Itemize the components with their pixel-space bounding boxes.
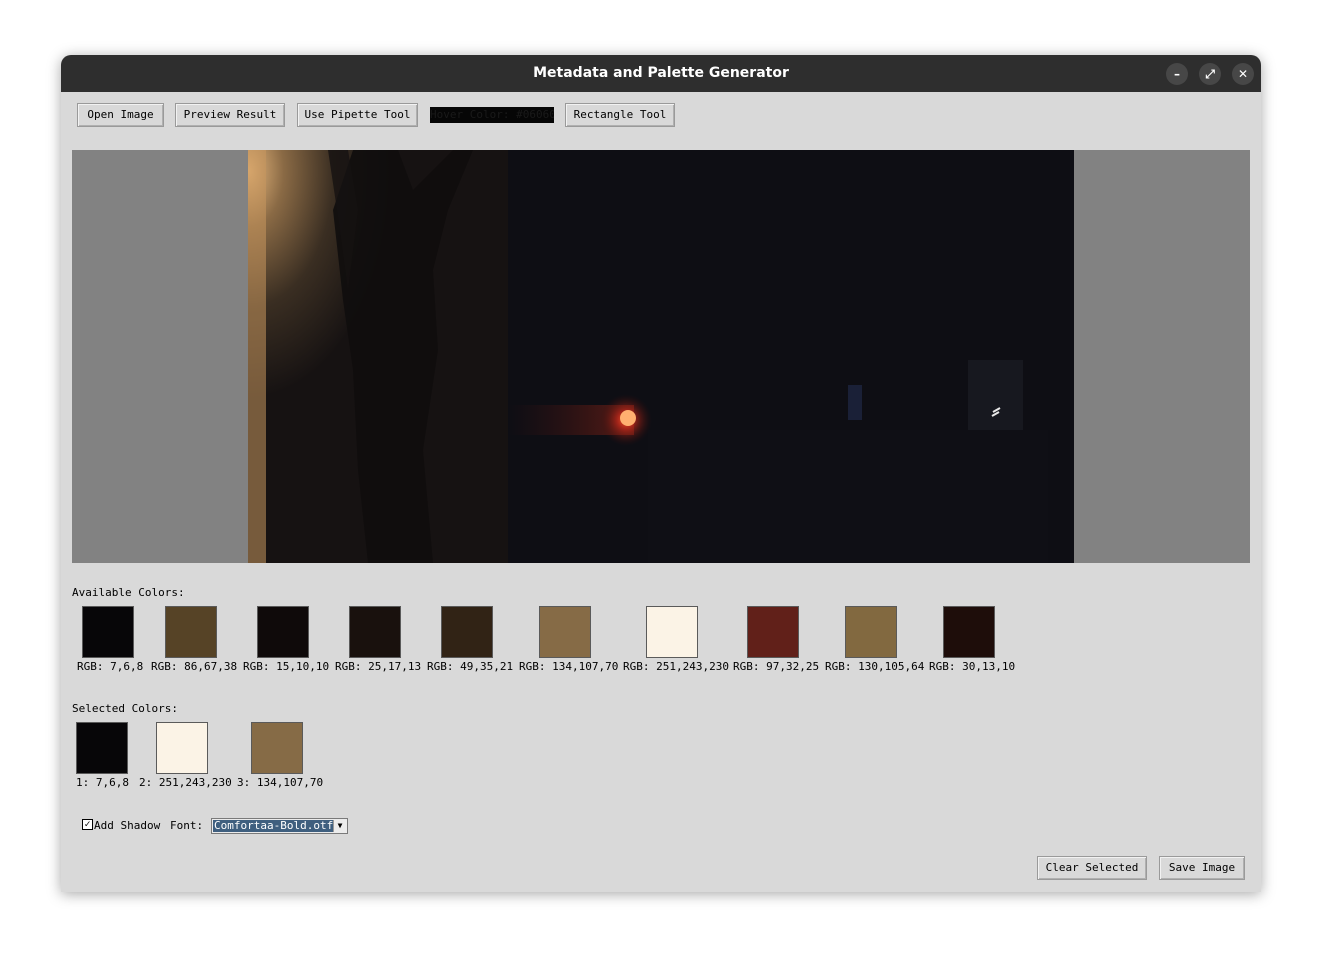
minimize-icon[interactable]: – <box>1166 63 1188 85</box>
font-select-value: Comfortaa-Bold.otf <box>213 819 335 832</box>
clear-selected-button[interactable]: Clear Selected <box>1037 856 1147 880</box>
available-color-rgb: RGB: 25,17,13 <box>335 660 422 673</box>
selected-colors-label: Selected Colors: <box>72 702 178 715</box>
add-shadow-label: Add Shadow <box>94 819 161 832</box>
selected-color-rgb: 2: 251,243,230 <box>139 776 232 789</box>
available-color-swatch[interactable] <box>646 606 698 658</box>
add-shadow-checkbox[interactable]: ✓ <box>82 819 93 830</box>
available-color-swatch[interactable] <box>165 606 217 658</box>
selected-color-rgb: 3: 134,107,70 <box>237 776 324 789</box>
available-color-rgb: RGB: 134,107,70 <box>519 660 619 673</box>
available-color-swatch[interactable] <box>747 606 799 658</box>
font-label: Font: <box>170 819 204 832</box>
available-color-swatch[interactable] <box>349 606 401 658</box>
window-title: Metadata and Palette Generator <box>533 65 789 81</box>
available-color-rgb: RGB: 15,10,10 <box>243 660 330 673</box>
available-color-rgb: RGB: 86,67,38 <box>151 660 238 673</box>
available-colors-label: Available Colors: <box>72 586 185 599</box>
available-color-swatch[interactable] <box>943 606 995 658</box>
available-color-swatch[interactable] <box>257 606 309 658</box>
pipette-tool-button[interactable]: Use Pipette Tool <box>297 103 418 127</box>
available-color-rgb: RGB: 97,32,25 <box>733 660 820 673</box>
available-color-rgb: RGB: 130,105,64 <box>825 660 925 673</box>
hover-color-label: Hover Color: #060606 <box>430 107 554 123</box>
app-window: Metadata and Palette Generator – ⤢ ✕ Ope… <box>61 55 1261 892</box>
available-color-swatch[interactable] <box>845 606 897 658</box>
title-bar[interactable]: Metadata and Palette Generator – ⤢ ✕ <box>61 55 1261 92</box>
save-image-button[interactable]: Save Image <box>1159 856 1245 880</box>
available-color-swatch[interactable] <box>539 606 591 658</box>
available-color-rgb: RGB: 30,13,10 <box>929 660 1016 673</box>
font-select[interactable]: Comfortaa-Bold.otf ▼ <box>211 818 348 834</box>
available-color-rgb: RGB: 7,6,8 <box>77 660 144 673</box>
selected-color-swatch[interactable] <box>76 722 128 774</box>
available-color-rgb: RGB: 49,35,21 <box>427 660 514 673</box>
rectangle-tool-button[interactable]: Rectangle Tool <box>565 103 675 127</box>
selected-color-rgb: 1: 7,6,8 <box>76 776 129 789</box>
close-icon[interactable]: ✕ <box>1232 63 1254 85</box>
loaded-photo[interactable] <box>248 150 1074 563</box>
selected-color-swatch[interactable] <box>156 722 208 774</box>
available-color-swatch[interactable] <box>441 606 493 658</box>
selected-color-swatch[interactable] <box>251 722 303 774</box>
preview-result-button[interactable]: Preview Result <box>175 103 285 127</box>
chevron-down-icon[interactable]: ▼ <box>333 820 346 832</box>
maximize-icon[interactable]: ⤢ <box>1199 63 1221 85</box>
open-image-button[interactable]: Open Image <box>77 103 164 127</box>
available-color-swatch[interactable] <box>82 606 134 658</box>
image-canvas[interactable] <box>72 150 1250 563</box>
available-color-rgb: RGB: 251,243,230 <box>623 660 729 673</box>
